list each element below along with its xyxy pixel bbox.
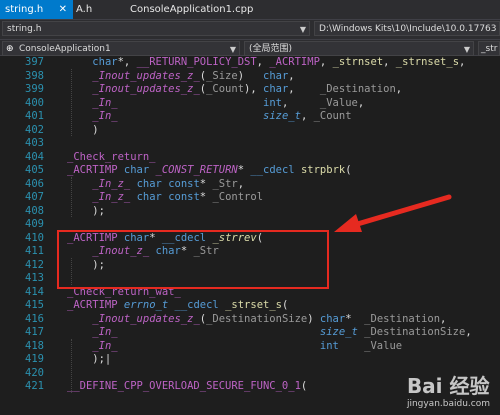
close-icon[interactable]: ✕ bbox=[59, 0, 67, 19]
file-name: string.h bbox=[7, 24, 42, 34]
tab-string-h[interactable]: string.h ✕ bbox=[0, 0, 73, 19]
tab-consoleapplication1-cpp[interactable]: ConsoleApplication1.cpp bbox=[126, 0, 280, 19]
tab-label: string.h bbox=[5, 4, 44, 15]
tab-label: A.h bbox=[76, 4, 93, 15]
scope-selector[interactable]: (全局范围) ▼ bbox=[244, 41, 474, 56]
file-bar: string.h ▼ D:\Windows Kits\10\Include\10… bbox=[0, 19, 500, 39]
baidu-logo: Bai 经验 bbox=[406, 374, 490, 398]
dropdown-icon: ▼ bbox=[299, 25, 306, 34]
dropdown-icon: ▼ bbox=[463, 45, 470, 54]
member-selector[interactable]: _str bbox=[478, 41, 500, 56]
tab-a-h[interactable]: A.h bbox=[72, 0, 124, 19]
arrow-annotation bbox=[334, 194, 452, 232]
project-name: ConsoleApplication1 bbox=[19, 44, 111, 54]
file-path: D:\Windows Kits\10\Include\10.0.17763 bbox=[319, 24, 497, 34]
path-selector[interactable]: D:\Windows Kits\10\Include\10.0.17763 bbox=[314, 21, 500, 36]
tab-bar: string.h ✕ A.h ConsoleApplication1.cpp bbox=[0, 0, 500, 19]
watermark-site: jingyan.baidu.com bbox=[406, 399, 490, 409]
scope-name: (全局范围) bbox=[249, 44, 293, 54]
code-editor[interactable]: 397 char*, __RETURN_POLICY_DST, _ACRTIMP… bbox=[0, 56, 500, 415]
project-icon: ⊕ bbox=[6, 44, 14, 54]
dropdown-icon: ▼ bbox=[229, 45, 236, 54]
file-selector[interactable]: string.h ▼ bbox=[2, 21, 310, 36]
baidu-watermark: Bai 经验 jingyan.baidu.com bbox=[407, 370, 490, 409]
tab-label: ConsoleApplication1.cpp bbox=[130, 4, 254, 15]
member-name: _str bbox=[481, 44, 498, 54]
navigation-bar: ⊕ ConsoleApplication1 ▼ (全局范围) ▼ _str bbox=[0, 39, 500, 56]
project-selector[interactable]: ⊕ ConsoleApplication1 ▼ bbox=[2, 41, 240, 56]
